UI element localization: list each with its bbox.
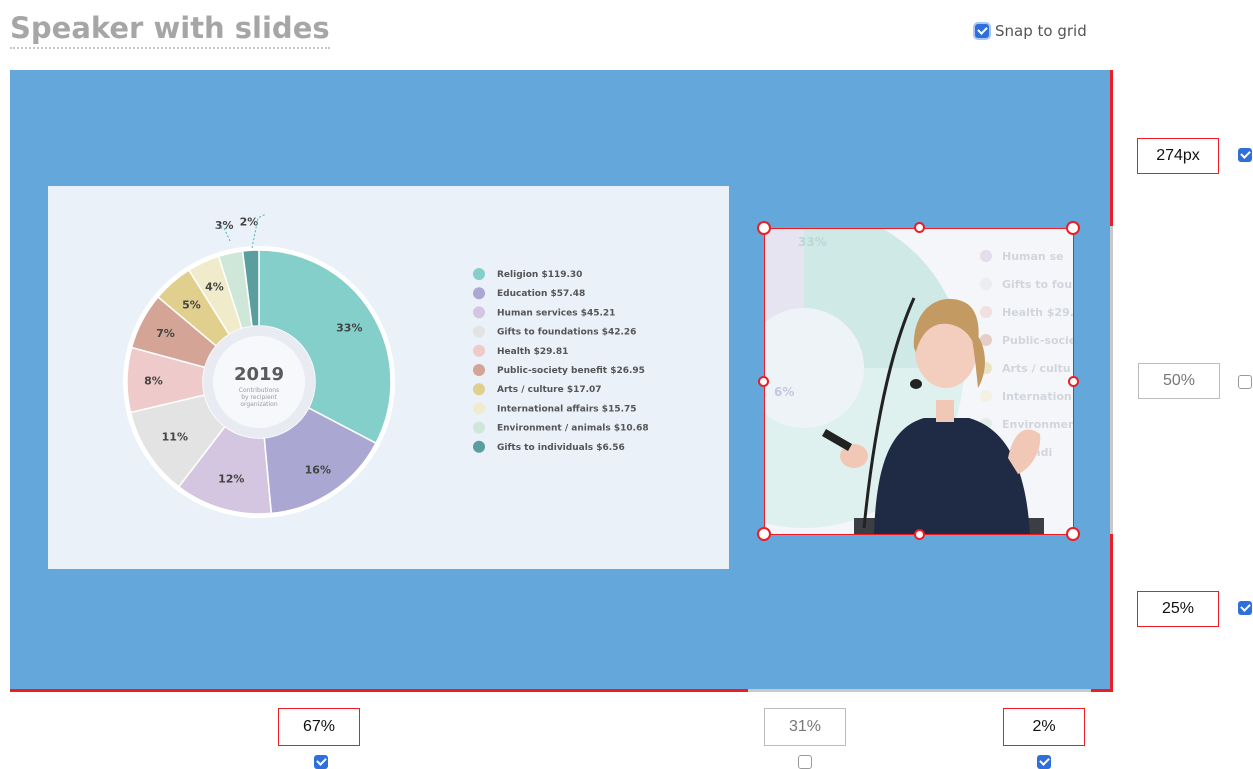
guide-right-top (1110, 70, 1113, 226)
chart-center-year: 2019 (234, 364, 284, 385)
legend-swatch-8 (473, 421, 485, 434)
offset-left-checkbox[interactable] (314, 755, 328, 769)
offset-right-value[interactable]: 2% (1003, 708, 1085, 746)
legend-label-0: Religion $119.30 (497, 270, 582, 280)
guide-right-bottom (1110, 534, 1113, 692)
offset-top-checkbox[interactable] (1238, 148, 1252, 162)
legend-swatch-2 (473, 306, 485, 319)
snap-to-grid-checkbox[interactable] (975, 24, 989, 38)
legend-label-7: International affairs $15.75 (497, 404, 637, 414)
offset-top-value[interactable]: 274px (1137, 138, 1219, 174)
slice-label-5: 7% (156, 327, 175, 340)
height-value[interactable]: 50% (1138, 363, 1220, 399)
resize-handle-right[interactable] (1068, 376, 1079, 387)
slice-label-1: 16% (305, 464, 331, 477)
legend-swatch-1 (473, 287, 485, 300)
slide-image[interactable]: 33% 16% 12% 11% 8% 7% 5% 4% 3% 2% 2019 Contribution… (48, 186, 729, 569)
slice-label-2: 12% (218, 472, 244, 485)
slice-label-9: 2% (240, 215, 259, 228)
donut-chart: 33% 16% 12% 11% 8% 7% 5% 4% 3% 2% 2019 Contribution… (123, 213, 649, 518)
slice-label-7: 4% (205, 280, 224, 293)
offset-bottom-value[interactable]: 25% (1137, 591, 1219, 627)
legend-label-3: Gifts to foundations $42.26 (497, 328, 636, 338)
guide-bottom-right (1091, 689, 1113, 692)
legend-swatch-0 (473, 268, 485, 280)
guide-bottom-left (10, 689, 748, 692)
slice-label-3: 11% (162, 431, 188, 444)
resize-handle-top-left[interactable] (757, 221, 771, 235)
page-title: Speaker with slides (10, 10, 330, 49)
slice-label-6: 5% (182, 298, 201, 311)
resize-handle-left[interactable] (758, 376, 769, 387)
legend-swatch-6 (473, 383, 485, 396)
legend-swatch-5 (473, 364, 485, 376)
chart-center-caption: Contributions (239, 387, 279, 394)
offset-right-checkbox[interactable] (1037, 755, 1051, 769)
legend-label-4: Health $29.81 (497, 347, 568, 357)
slice-label-8: 3% (215, 219, 234, 232)
legend-label-5: Public-society benefit $26.95 (497, 366, 645, 376)
slice-label-0: 33% (336, 321, 362, 334)
resize-handle-bottom-right[interactable] (1066, 527, 1080, 541)
width-checkbox[interactable] (798, 755, 812, 769)
snap-to-grid-toggle[interactable]: Snap to grid (975, 22, 1087, 40)
chart-center-caption: organization (240, 401, 278, 408)
offset-bottom-checkbox[interactable] (1238, 601, 1252, 615)
resize-handle-top[interactable] (914, 222, 925, 233)
legend-label-9: Gifts to individuals $6.56 (497, 443, 625, 453)
legend-label-6: Arts / culture $17.07 (497, 385, 602, 395)
legend-label-2: Human services $45.21 (497, 308, 615, 318)
guide-right-mid (1110, 226, 1113, 534)
width-value[interactable]: 31% (764, 708, 846, 746)
resize-handle-bottom[interactable] (914, 529, 925, 540)
slice-label-4: 8% (144, 374, 163, 387)
resize-handle-bottom-left[interactable] (757, 527, 771, 541)
guide-bottom-mid (748, 689, 1091, 692)
height-checkbox[interactable] (1238, 375, 1252, 389)
legend-swatch-7 (473, 402, 485, 415)
selection-frame (764, 228, 1074, 535)
snap-to-grid-label: Snap to grid (995, 22, 1087, 40)
legend-swatch-4 (473, 344, 485, 357)
resize-handle-top-right[interactable] (1066, 221, 1080, 235)
offset-left-value[interactable]: 67% (278, 708, 360, 746)
legend-label-8: Environment / animals $10.68 (497, 424, 649, 434)
chart-center-caption: by recipient (241, 394, 277, 401)
legend-label-1: Education $57.48 (497, 289, 585, 299)
legend-swatch-3 (473, 325, 485, 338)
legend-swatch-9 (473, 440, 485, 453)
